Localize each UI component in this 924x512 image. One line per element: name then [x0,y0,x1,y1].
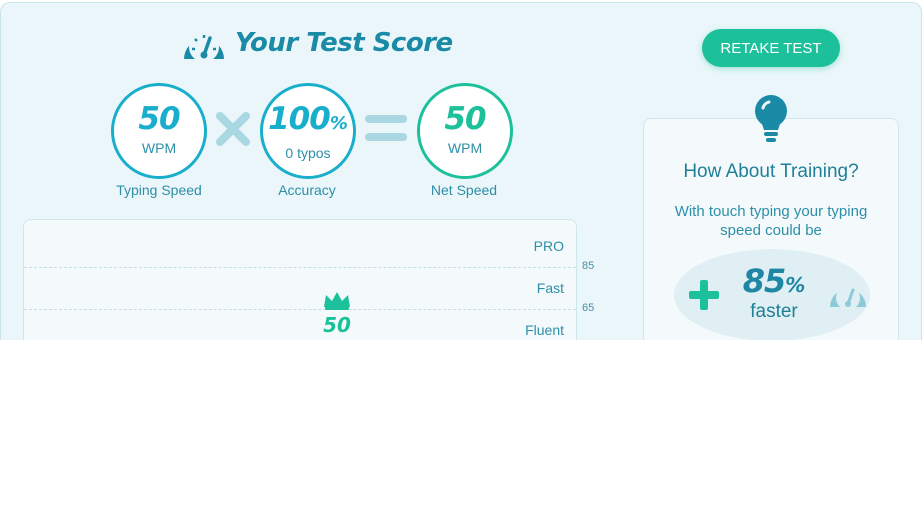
accuracy-value: 100 [268,101,331,137]
improvement-label: faster [750,301,798,322]
accuracy-caption: Accuracy [278,182,336,198]
speedometer-small-icon [830,286,866,309]
typing-speed-unit: WPM [141,140,177,156]
band-label-fluent: Fluent [525,322,564,338]
score-panel: Your Test Score RETAKE TEST 50 WPM Typin… [0,2,922,340]
equals-icon [365,115,407,141]
net-speed-unit: WPM [447,140,483,156]
crown-icon [324,292,350,310]
retake-test-button[interactable]: RETAKE TEST [702,29,840,67]
speed-level-chart: PRO 85 Fast 65 Fluent 50 [23,219,594,340]
score-marker-value: 50 [323,313,351,337]
training-card: How About Training? With touch typing yo… [643,118,899,340]
improvement-percent-wrap: 85% [743,262,806,300]
net-speed-circle: 50 WPM [417,83,513,179]
typing-speed-caption: Typing Speed [116,182,202,198]
plus-icon [689,280,719,310]
times-icon [216,112,250,146]
speedometer-icon [184,32,224,61]
improvement-value: 85% faster [739,263,809,321]
net-speed-value: 50 [444,101,486,137]
lightbulb-icon [755,95,787,142]
accuracy-suffix: % [329,113,348,134]
accuracy-value-wrap: 100% [263,102,353,141]
threshold-label-85: 85 [582,260,595,272]
accuracy-circle: 100% 0 typos [260,83,356,179]
typing-speed-circle: 50 WPM [111,83,207,179]
score-marker: 50 [320,290,354,337]
threshold-line-85 [24,267,576,268]
training-heading: How About Training? [683,161,859,182]
page-title: Your Test Score [235,28,453,58]
band-label-fast: Fast [536,280,564,296]
threshold-label-65: 65 [582,302,595,314]
band-label-pro: PRO [533,238,564,254]
threshold-line-65 [24,309,576,310]
training-text: With touch typing your typing speed coul… [674,203,868,239]
accuracy-typos: 0 typos [285,145,331,161]
typing-speed-value: 50 [138,101,180,137]
page-header: Your Test Score [181,25,453,61]
improvement-percent-suffix: % [785,273,806,297]
improvement-percent: 85 [742,262,787,300]
net-speed-caption: Net Speed [430,182,498,198]
